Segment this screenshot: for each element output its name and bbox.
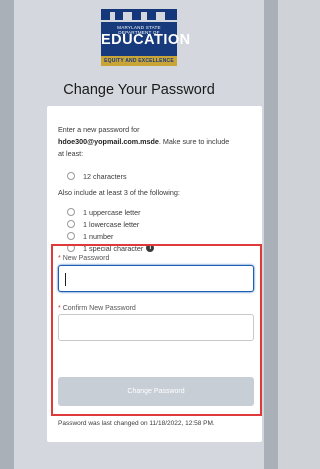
requirement-status-icon bbox=[67, 208, 75, 216]
requirement-item: 1 lowercase letter bbox=[67, 219, 139, 229]
requirement-label: 12 characters bbox=[83, 171, 127, 181]
required-mark: * bbox=[58, 255, 61, 262]
confirm-password-input[interactable] bbox=[58, 314, 254, 341]
requirement-item: 1 uppercase letter bbox=[67, 207, 141, 217]
new-password-label: * New Password bbox=[58, 255, 109, 262]
right-edge bbox=[264, 0, 278, 469]
required-mark: * bbox=[58, 305, 61, 312]
change-password-button[interactable]: Change Password bbox=[58, 377, 254, 406]
instructions-line1: Enter a new password for bbox=[58, 125, 140, 134]
requirement-label: 1 number bbox=[83, 231, 114, 241]
requirement-item: 12 characters bbox=[67, 171, 127, 181]
confirm-password-label: * Confirm New Password bbox=[58, 305, 136, 312]
logo-tagline: EQUITY AND EXCELLENCE bbox=[101, 56, 177, 66]
left-edge bbox=[0, 0, 14, 469]
text-caret bbox=[65, 273, 66, 286]
requirement-label: 1 uppercase letter bbox=[83, 207, 141, 217]
new-password-label-text: New Password bbox=[62, 255, 110, 262]
requirement-status-icon bbox=[67, 232, 75, 240]
requirement-status-icon bbox=[67, 172, 75, 180]
requirement-label: 1 lowercase letter bbox=[83, 219, 140, 229]
instructions-line2: hdoe300@yopmail.com.msde. Make sure to i… bbox=[58, 136, 229, 148]
logo-flag-stripe bbox=[101, 9, 177, 20]
logo-big-text: EDUCATION bbox=[101, 32, 191, 48]
instructions-line2-suffix: . Make sure to include bbox=[158, 137, 230, 146]
new-password-input[interactable] bbox=[58, 265, 254, 292]
requirement-status-icon bbox=[67, 220, 75, 228]
confirm-password-label-text: Confirm New Password bbox=[62, 305, 136, 312]
page-title: Change Your Password bbox=[63, 82, 215, 98]
msde-logo: MARYLAND STATE DEPARTMENT OF EDUCATION E… bbox=[101, 9, 191, 66]
requirement-item: 1 number bbox=[67, 231, 113, 241]
username: hdoe300@yopmail.com.msde bbox=[58, 137, 159, 146]
instructions-line3: at least: bbox=[58, 149, 84, 158]
requirements-heading: Also include at least 3 of the following… bbox=[58, 188, 180, 197]
last-changed-note: Password was last changed on 11/18/2022,… bbox=[58, 420, 215, 427]
logo-panel: MARYLAND STATE DEPARTMENT OF EDUCATION bbox=[101, 22, 191, 56]
